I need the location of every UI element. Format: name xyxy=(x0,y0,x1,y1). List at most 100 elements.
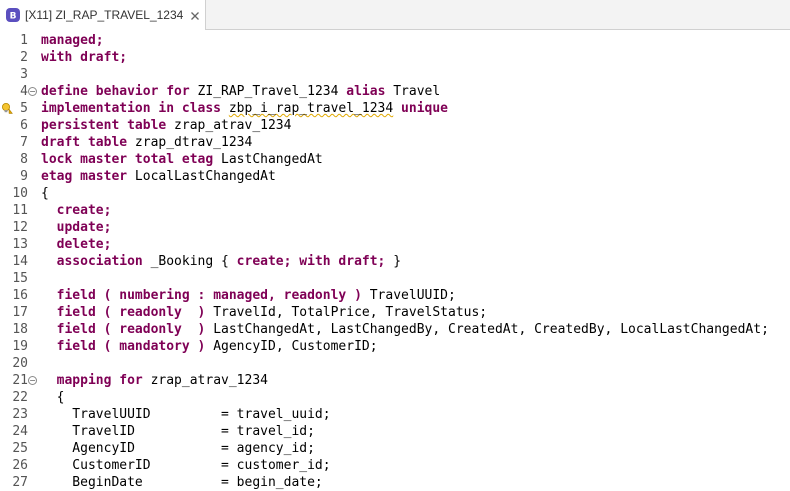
code-line[interactable]: 16 field ( numbering : managed, readonly… xyxy=(0,287,790,304)
code-keyword: managed; xyxy=(41,33,104,48)
code-text: define behavior for ZI_RAP_Travel_1234 a… xyxy=(41,83,440,100)
code-token: { xyxy=(41,186,49,201)
code-keyword: unique xyxy=(401,101,449,116)
code-text: implementation in class zbp_i_rap_travel… xyxy=(41,100,448,117)
code-text: TravelUUID = travel_uuid; xyxy=(41,406,331,423)
line-number: 25 xyxy=(12,441,28,456)
code-line[interactable]: 10 { xyxy=(0,185,790,202)
code-line[interactable]: 17 field ( readonly ) TravelId, TotalPri… xyxy=(0,304,790,321)
code-text: { xyxy=(41,185,49,202)
code-keyword: association xyxy=(56,254,143,269)
code-line[interactable]: 26 CustomerID = customer_id; xyxy=(0,457,790,474)
code-keyword: implementation in class xyxy=(41,101,222,116)
line-number: 26 xyxy=(12,458,28,473)
code-token: zrap_atrav_1234 xyxy=(142,373,268,388)
code-text: lock master total etag LastChangedAt xyxy=(41,151,323,168)
code-token: TravelUUID = travel_uuid; xyxy=(41,407,331,422)
code-token: CustomerID = customer_id; xyxy=(41,458,331,473)
line-number: 17 xyxy=(12,305,28,320)
code-editor[interactable]: 1 managed; 2 with draft; 3 4− define behavior … xyxy=(0,30,790,491)
code-keyword: field ( readonly ) xyxy=(56,322,206,337)
code-token: ZI_RAP_Travel_1234 xyxy=(189,84,347,99)
line-number: 20 xyxy=(12,356,28,371)
code-line[interactable]: 27 BeginDate = begin_date; xyxy=(0,474,790,491)
code-text: TravelID = travel_id; xyxy=(41,423,315,440)
code-token: LastChangedAt, LastChangedBy, CreatedAt,… xyxy=(205,322,769,337)
code-token: BeginDate = begin_date; xyxy=(41,475,323,490)
line-number: 6 xyxy=(20,118,28,133)
code-text: draft table zrap_dtrav_1234 xyxy=(41,134,252,151)
code-line[interactable]: 2 with draft; xyxy=(0,49,790,66)
code-token: Travel xyxy=(385,84,441,99)
code-line[interactable]: 6 persistent table zrap_atrav_1234 xyxy=(0,117,790,134)
code-line[interactable]: 13 delete; xyxy=(0,236,790,253)
line-number: 3 xyxy=(20,67,28,82)
code-text: CustomerID = customer_id; xyxy=(41,457,331,474)
code-line[interactable]: 23 TravelUUID = travel_uuid; xyxy=(0,406,790,423)
code-line[interactable]: 22 { xyxy=(0,389,790,406)
code-text: persistent table zrap_atrav_1234 xyxy=(41,117,291,134)
code-text: managed; xyxy=(41,32,104,49)
code-text: etag master LocalLastChangedAt xyxy=(41,168,276,185)
code-token: TravelID = travel_id; xyxy=(41,424,315,439)
code-text: delete; xyxy=(41,236,112,253)
editor-tab-bar: B [X11] ZI_RAP_TRAVEL_1234 xyxy=(0,0,790,30)
code-text: association _Booking { create; with draf… xyxy=(41,253,401,270)
code-line[interactable]: 25 AgencyID = agency_id; xyxy=(0,440,790,457)
line-number: 16 xyxy=(12,288,28,303)
code-token: AgencyID, CustomerID; xyxy=(205,339,378,354)
code-text: create; xyxy=(41,202,112,219)
line-number: 10 xyxy=(12,186,28,201)
code-line[interactable]: 14 association _Booking { create; with d… xyxy=(0,253,790,270)
code-text: field ( numbering : managed, readonly ) … xyxy=(41,287,456,304)
line-number: 4 xyxy=(20,84,28,99)
code-token: LocalLastChangedAt xyxy=(127,169,276,184)
line-number: 2 xyxy=(20,50,28,65)
code-line[interactable]: 9 etag master LocalLastChangedAt xyxy=(0,168,790,185)
fold-collapse-icon[interactable]: − xyxy=(28,376,37,385)
line-number: 11 xyxy=(12,203,28,218)
code-token: TravelId, TotalPrice, TravelStatus; xyxy=(205,305,488,320)
code-text: update; xyxy=(41,219,112,236)
line-number: 13 xyxy=(12,237,28,252)
fold-collapse-icon[interactable]: − xyxy=(28,87,37,96)
code-line[interactable]: 12 update; xyxy=(0,219,790,236)
code-line[interactable]: 24 TravelID = travel_id; xyxy=(0,423,790,440)
code-line[interactable]: 1 managed; xyxy=(0,32,790,49)
line-number: 15 xyxy=(12,271,28,286)
line-number: 7 xyxy=(20,135,28,150)
code-token: _Booking { xyxy=(142,254,237,269)
code-line[interactable]: 15 xyxy=(0,270,790,287)
code-text: { xyxy=(41,389,65,406)
code-line[interactable]: 19 field ( mandatory ) AgencyID, Custome… xyxy=(0,338,790,355)
code-keyword: create; with draft; xyxy=(236,254,386,269)
code-line[interactable]: 7 draft table zrap_dtrav_1234 xyxy=(0,134,790,151)
code-token: } xyxy=(385,254,402,269)
code-token: LastChangedAt xyxy=(213,152,323,167)
line-number: 9 xyxy=(20,169,28,184)
code-line[interactable]: 3 xyxy=(0,66,790,83)
code-token: { xyxy=(41,390,65,405)
line-number: 23 xyxy=(12,407,28,422)
code-keyword: define behavior for xyxy=(41,84,190,99)
code-keyword: with draft; xyxy=(41,50,128,65)
code-token: TravelUUID; xyxy=(361,288,456,303)
code-line[interactable]: 18 field ( readonly ) LastChangedAt, Las… xyxy=(0,321,790,338)
close-icon[interactable] xyxy=(190,10,200,20)
code-line[interactable]: 21− mapping for zrap_atrav_1234 xyxy=(0,372,790,389)
code-text: field ( readonly ) TravelId, TotalPrice,… xyxy=(41,304,487,321)
code-line[interactable]: 4− define behavior for ZI_RAP_Travel_1234… xyxy=(0,83,790,100)
code-line[interactable]: 8 lock master total etag LastChangedAt xyxy=(0,151,790,168)
line-number: 8 xyxy=(20,152,28,167)
editor-tab[interactable]: B [X11] ZI_RAP_TRAVEL_1234 xyxy=(0,0,206,30)
code-keyword: field ( readonly ) xyxy=(56,305,206,320)
line-number: 1 xyxy=(20,33,28,48)
code-line[interactable]: 5 implementation in class zbp_i_rap_trave… xyxy=(0,100,790,117)
code-keyword: mapping for xyxy=(56,373,143,388)
code-line[interactable]: 11 create; xyxy=(0,202,790,219)
code-line[interactable]: 20 xyxy=(0,355,790,372)
